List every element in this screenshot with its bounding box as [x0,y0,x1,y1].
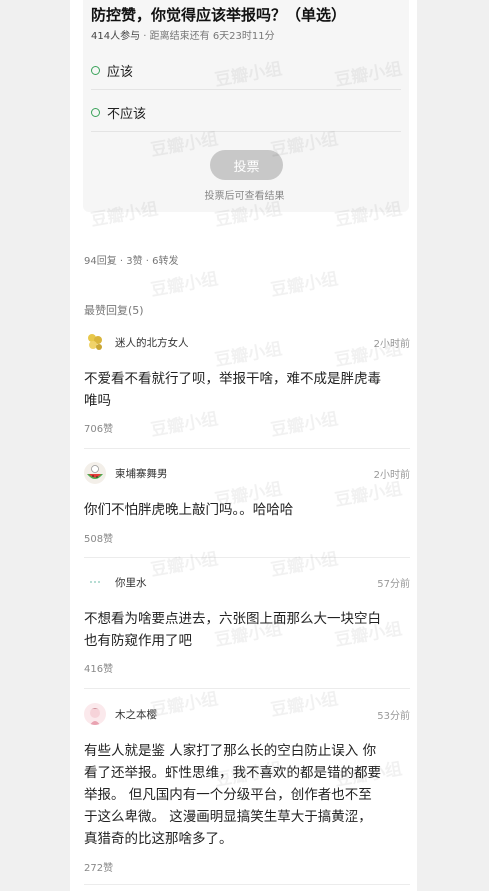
post-stats: 94回复 · 3赞 · 6转发 [84,256,179,267]
radio-icon[interactable] [91,66,100,75]
comment-likes[interactable]: 272赞 [84,859,113,874]
comment-item: 木之本樱 53分前 有些人就是鉴 人家打了那么长的空白防止误入 你 看了还举报。… [84,703,410,878]
poll-title: 防控赞，你觉得应该举报吗？（单选） [91,6,347,24]
poll-option-label: 不应该 [107,107,147,122]
poll-option-no[interactable]: 不应该 [91,103,146,122]
comment-author[interactable]: 你里水 [115,575,147,590]
comment-author[interactable]: 迷人的北方女人 [115,335,189,350]
comment-author[interactable]: 木之本樱 [115,707,157,722]
poll-option-yes[interactable]: 应该 [91,61,133,80]
comment-time: 2小时前 [373,470,410,481]
avatar[interactable] [84,462,106,484]
comment-likes[interactable]: 416赞 [84,660,113,675]
avatar[interactable] [84,703,106,725]
comment-likes[interactable]: 508赞 [84,530,113,545]
comment-divider [84,884,410,885]
comment-time: 57分前 [377,579,410,590]
avatar[interactable] [84,571,106,593]
poll-participants: 414人参与 [91,31,141,42]
avatar[interactable] [84,331,106,353]
comment-item: 柬埔寨舞男 2小时前 你们不怕胖虎晚上敲门吗。。哈哈哈 508赞 [84,462,410,547]
comment-text: 有些人就是鉴 人家打了那么长的空白防止误入 你 看了还举报。虾性思维，我不喜欢的… [84,743,381,847]
radio-icon[interactable] [91,108,100,117]
option-divider [91,89,401,90]
comment-text: 不想看为啥要点进去，六张图上面那么大一块空白 也有防窥作用了吧 [84,611,381,649]
comment-time: 53分前 [377,711,410,722]
poll-deadline: · 距离结束还有 6天23时11分 [143,31,275,42]
vote-button[interactable]: 投票 [210,150,283,180]
option-divider [91,131,401,132]
comments-section-title: 最赞回复(5) [84,304,144,317]
comment-divider [84,557,410,558]
poll-meta: 414人参与 · 距离结束还有 6天23时11分 [91,27,275,42]
comment-text: 你们不怕胖虎晚上敲门吗。。哈哈哈 [84,502,294,518]
poll-option-label: 应该 [107,65,134,80]
comment-divider [84,688,410,689]
comment-text: 不爱看不看就行了呗，举报干啥，难不成是胖虎毒 唯吗 [84,371,381,409]
comment-likes[interactable]: 706赞 [84,420,113,435]
comment-author[interactable]: 柬埔寨舞男 [115,466,168,481]
comment-divider [84,448,410,449]
comment-item: 你里水 57分前 不想看为啥要点进去，六张图上面那么大一块空白 也有防窥作用了吧… [84,571,410,679]
vote-hint: 投票后可查看结果 [204,191,285,202]
comment-item: 迷人的北方女人 2小时前 不爱看不看就行了呗，举报干啥，难不成是胖虎毒 唯吗 7… [84,331,410,441]
comment-time: 2小时前 [373,339,410,350]
